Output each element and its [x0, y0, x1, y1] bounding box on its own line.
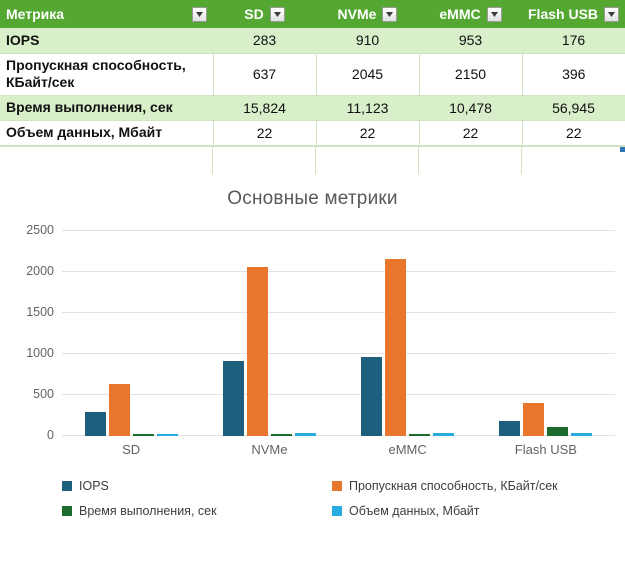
bar-group-sd: [62, 230, 200, 436]
cell-value: 910: [316, 28, 419, 53]
x-axis-tick-flash-usb: Flash USB: [514, 441, 577, 457]
table-bottom-spacer: [0, 145, 625, 174]
y-axis-tick: 1000: [26, 346, 54, 361]
row-label: Время выполнения, сек: [0, 95, 213, 120]
column-header-metric[interactable]: Метрика: [0, 0, 213, 28]
column-header-emmc-label: eMMC: [439, 6, 481, 22]
row-label: Пропускная способность, КБайт/сек: [0, 52, 214, 96]
bar-group-nvme: [200, 230, 338, 436]
legend-swatch-icon: [332, 481, 342, 491]
bar-groups: [62, 230, 615, 436]
bar-time[interactable]: [270, 433, 292, 436]
bar-throughput[interactable]: [108, 383, 130, 436]
bar-group-emmc: [339, 230, 477, 436]
table-row: Объем данных, Мбайт 22 22 22 22: [0, 119, 625, 146]
cell-value: 176: [522, 28, 625, 53]
cell-value: 22: [316, 119, 420, 146]
chevron-down-icon[interactable]: [604, 6, 620, 22]
y-axis-tick: 500: [33, 387, 54, 402]
table-row: Пропускная способность, КБайт/сек 637 20…: [0, 52, 625, 96]
y-axis-tick: 0: [47, 427, 54, 442]
column-header-sd[interactable]: SD: [213, 0, 316, 28]
legend-label: IOPS: [79, 479, 109, 493]
chevron-down-icon[interactable]: [192, 6, 207, 22]
chevron-down-icon[interactable]: [269, 6, 285, 22]
column-header-flash-usb[interactable]: Flash USB: [522, 0, 625, 28]
column-header-flash-usb-label: Flash USB: [528, 6, 599, 22]
y-axis-tick: 2000: [26, 263, 54, 278]
legend-item-iops[interactable]: IOPS: [62, 474, 332, 499]
chevron-down-icon[interactable]: [382, 6, 398, 22]
x-axis-tick-emmc: eMMC: [388, 441, 427, 457]
y-axis-tick: 1500: [26, 304, 54, 319]
cell-value: 953: [419, 28, 522, 53]
legend-label: Время выполнения, сек: [79, 504, 217, 518]
legend-item-volume[interactable]: Объем данных, Мбайт: [332, 499, 602, 524]
bar-throughput[interactable]: [246, 266, 268, 436]
cell-value: 2150: [419, 52, 523, 96]
cell-value: 15,824: [213, 95, 316, 120]
metrics-table: Метрика SD NVMe eMMC Flash USB IOPS 283 …: [0, 0, 625, 146]
legend-label: Пропускная способность, КБайт/сек: [349, 479, 558, 493]
bar-volume[interactable]: [294, 432, 316, 436]
bar-throughput[interactable]: [523, 402, 545, 436]
cell-value: 2045: [316, 52, 420, 96]
cell-value: 637: [213, 52, 317, 96]
bar-iops[interactable]: [499, 420, 521, 436]
row-label: Объем данных, Мбайт: [0, 119, 214, 146]
column-header-sd-label: SD: [244, 6, 264, 22]
column-header-nvme-label: NVMe: [337, 6, 377, 22]
bar-throughput[interactable]: [385, 258, 407, 436]
bar-iops[interactable]: [84, 411, 106, 436]
bar-iops[interactable]: [361, 356, 383, 436]
bar-volume[interactable]: [433, 432, 455, 436]
bar-iops[interactable]: [222, 360, 244, 436]
legend-label: Объем данных, Мбайт: [349, 504, 480, 518]
cell-value: 22: [522, 119, 625, 146]
row-label: IOPS: [0, 28, 213, 53]
chart-plot-area: 2500 2000 1500 1000 500 0: [26, 223, 615, 442]
y-axis-tick: 2500: [26, 222, 54, 237]
chart-legend: IOPS Пропускная способность, КБайт/сек В…: [62, 474, 602, 524]
cell-value: 22: [419, 119, 523, 146]
cell-value: 396: [522, 52, 625, 96]
bar-volume[interactable]: [571, 432, 593, 436]
legend-swatch-icon: [62, 506, 72, 516]
table-row: IOPS 283 910 953 176: [0, 28, 625, 53]
chart-container: Основные метрики 2500 2000 1500 1000 500…: [0, 173, 625, 549]
chevron-down-icon[interactable]: [486, 6, 502, 22]
legend-swatch-icon: [332, 506, 342, 516]
legend-item-time[interactable]: Время выполнения, сек: [62, 499, 332, 524]
x-axis-labels: SD NVMe eMMC Flash USB: [62, 442, 615, 457]
bar-volume[interactable]: [156, 433, 178, 436]
column-header-metric-label: Метрика: [6, 6, 65, 22]
column-header-emmc[interactable]: eMMC: [419, 0, 522, 28]
cell-value: 283: [213, 28, 316, 53]
chart-title: Основные метрики: [227, 187, 398, 209]
cell-value: 22: [213, 119, 317, 146]
metrics-table-container: Метрика SD NVMe eMMC Flash USB IOPS 283 …: [0, 0, 625, 174]
bar-time[interactable]: [547, 426, 569, 436]
bar-time[interactable]: [409, 433, 431, 436]
column-header-nvme[interactable]: NVMe: [316, 0, 419, 28]
resize-handle-icon[interactable]: [620, 146, 625, 152]
table-row: Время выполнения, сек 15,824 11,123 10,4…: [0, 95, 625, 120]
table-header-row: Метрика SD NVMe eMMC Flash USB: [0, 0, 625, 28]
bar-time[interactable]: [132, 433, 154, 436]
x-axis-tick-nvme: NVMe: [251, 441, 288, 457]
legend-swatch-icon: [62, 481, 72, 491]
x-axis-tick-sd: SD: [122, 441, 141, 457]
cell-value: 56,945: [522, 95, 625, 120]
bar-group-flash-usb: [477, 230, 615, 436]
legend-item-throughput[interactable]: Пропускная способность, КБайт/сек: [332, 474, 602, 499]
cell-value: 11,123: [316, 95, 419, 120]
cell-value: 10,478: [419, 95, 522, 120]
